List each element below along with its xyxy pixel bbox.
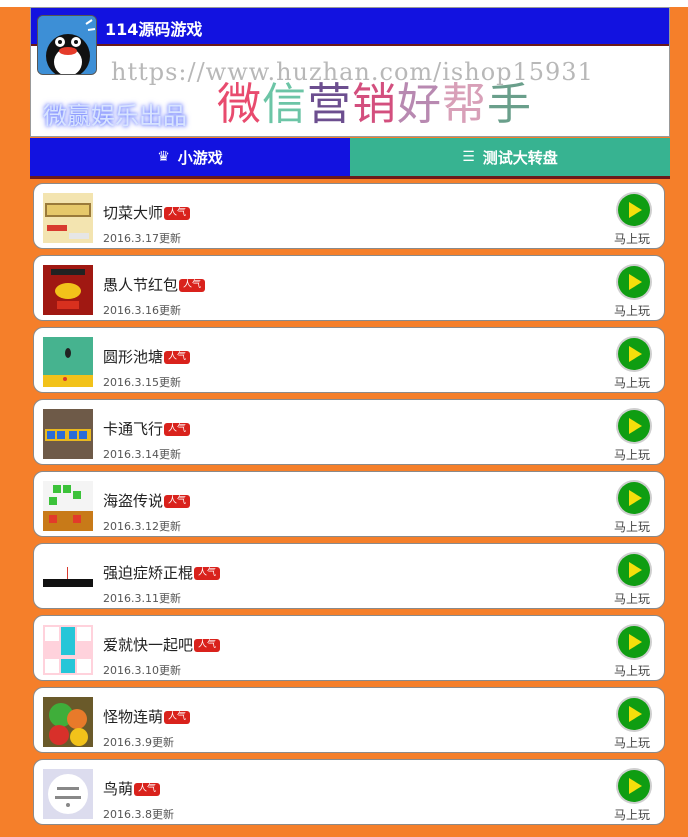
game-name: 怪物连萌 人气 <box>103 706 191 727</box>
game-name: 爱就快一起吧 人气 <box>103 634 221 655</box>
update-date: 2016.3.8更新 <box>103 808 174 821</box>
game-title: 圆形池塘 <box>103 348 164 366</box>
update-date: 2016.3.12更新 <box>103 520 181 533</box>
tab-lucky-wheel[interactable]: ☰ 测试大转盘 <box>350 138 670 176</box>
hot-badge: 人气 <box>164 495 191 508</box>
play-label[interactable]: 马上玩 <box>614 374 650 391</box>
slogan-char: 销 <box>352 79 397 130</box>
game-title: 愚人节红包 <box>103 276 179 294</box>
update-date: 2016.3.14更新 <box>103 448 181 461</box>
tab-label: 小游戏 <box>177 148 223 167</box>
play-label[interactable]: 马上玩 <box>614 806 650 823</box>
play-icon[interactable] <box>618 266 650 298</box>
game-thumbnail <box>43 553 93 603</box>
hot-badge: 人气 <box>194 567 221 580</box>
tab-label: 测试大转盘 <box>482 148 558 167</box>
tab-bar: ♛ 小游戏 ☰ 测试大转盘 <box>30 138 670 179</box>
slogan-char: 好 <box>397 79 442 130</box>
update-date: 2016.3.15更新 <box>103 376 181 389</box>
slogan-char: 帮 <box>442 79 487 130</box>
crown-icon: ♛ <box>157 149 170 165</box>
game-title: 怪物连萌 <box>103 708 164 726</box>
game-title: 卡通飞行 <box>103 420 164 438</box>
play-icon[interactable] <box>618 626 650 658</box>
update-date: 2016.3.17更新 <box>103 232 181 245</box>
game-item[interactable]: 圆形池塘 人气 2016.3.15更新 马上玩 <box>33 327 665 393</box>
play-icon[interactable] <box>618 770 650 802</box>
game-thumbnail <box>43 337 93 387</box>
play-icon[interactable] <box>618 338 650 370</box>
game-thumbnail <box>43 769 93 819</box>
play-label[interactable]: 马上玩 <box>614 662 650 679</box>
game-item[interactable]: 卡通飞行 人气 2016.3.14更新 马上玩 <box>33 399 665 465</box>
slogan-char: 信 <box>262 79 307 130</box>
title-bar: 114源码游戏 <box>31 8 669 46</box>
game-title: 海盗传说 <box>103 492 164 510</box>
play-icon[interactable] <box>618 554 650 586</box>
slogan-char: 微 <box>217 79 262 130</box>
update-date: 2016.3.16更新 <box>103 304 181 317</box>
hot-badge: 人气 <box>164 351 191 364</box>
slogan-char: 手 <box>487 79 532 130</box>
game-thumbnail <box>43 481 93 531</box>
game-thumbnail <box>43 265 93 315</box>
update-date: 2016.3.10更新 <box>103 664 181 677</box>
game-name: 鸟萌 人气 <box>103 778 161 799</box>
play-label[interactable]: 马上玩 <box>614 518 650 535</box>
hot-badge: 人气 <box>164 207 191 220</box>
slogan-left: 微赢娱乐出品 <box>43 102 187 130</box>
game-thumbnail <box>43 409 93 459</box>
game-name: 切菜大师 人气 <box>103 202 191 223</box>
game-title: 鸟萌 <box>103 780 134 798</box>
game-thumbnail <box>43 193 93 243</box>
play-icon[interactable] <box>618 482 650 514</box>
page-frame: 114源码游戏 https://www.huzhan.com/ishop1593… <box>30 7 670 837</box>
game-name: 愚人节红包 人气 <box>103 274 206 295</box>
hot-badge: 人气 <box>134 783 161 796</box>
game-item[interactable]: 怪物连萌 人气 2016.3.9更新 马上玩 <box>33 687 665 753</box>
game-name: 圆形池塘 人气 <box>103 346 191 367</box>
tab-divider <box>30 176 670 179</box>
game-title: 爱就快一起吧 <box>103 636 194 654</box>
game-item[interactable]: 强迫症矫正棍 人气 2016.3.11更新 马上玩 <box>33 543 665 609</box>
game-thumbnail <box>43 625 93 675</box>
tab-mini-games[interactable]: ♛ 小游戏 <box>30 138 350 176</box>
top-gap <box>0 0 688 7</box>
play-label[interactable]: 马上玩 <box>614 230 650 247</box>
hot-badge: 人气 <box>164 711 191 724</box>
site-logo[interactable] <box>37 15 97 75</box>
game-item[interactable]: 鸟萌 人气 2016.3.8更新 马上玩 <box>33 759 665 825</box>
game-title: 强迫症矫正棍 <box>103 564 194 582</box>
update-date: 2016.3.9更新 <box>103 736 174 749</box>
game-item[interactable]: 爱就快一起吧 人气 2016.3.10更新 马上玩 <box>33 615 665 681</box>
site-title: 114源码游戏 <box>105 20 203 39</box>
list-icon: ☰ <box>462 149 475 165</box>
game-thumbnail <box>43 697 93 747</box>
game-name: 卡通飞行 人气 <box>103 418 191 439</box>
header-banner: 114源码游戏 https://www.huzhan.com/ishop1593… <box>30 7 670 137</box>
hot-badge: 人气 <box>179 279 206 292</box>
play-icon[interactable] <box>618 698 650 730</box>
hot-badge: 人气 <box>194 639 221 652</box>
play-icon[interactable] <box>618 194 650 226</box>
game-name: 强迫症矫正棍 人气 <box>103 562 221 583</box>
game-item[interactable]: 愚人节红包 人气 2016.3.16更新 马上玩 <box>33 255 665 321</box>
game-name: 海盗传说 人气 <box>103 490 191 511</box>
slogan-right: 微信营销好帮手 <box>217 68 532 132</box>
game-title: 切菜大师 <box>103 204 164 222</box>
update-date: 2016.3.11更新 <box>103 592 181 605</box>
slogan-char: 营 <box>307 79 352 130</box>
play-label[interactable]: 马上玩 <box>614 590 650 607</box>
game-item[interactable]: 海盗传说 人气 2016.3.12更新 马上玩 <box>33 471 665 537</box>
hot-badge: 人气 <box>164 423 191 436</box>
play-label[interactable]: 马上玩 <box>614 734 650 751</box>
play-icon[interactable] <box>618 410 650 442</box>
play-label[interactable]: 马上玩 <box>614 446 650 463</box>
play-label[interactable]: 马上玩 <box>614 302 650 319</box>
game-item[interactable]: 切菜大师 人气 2016.3.17更新 马上玩 <box>33 183 665 249</box>
